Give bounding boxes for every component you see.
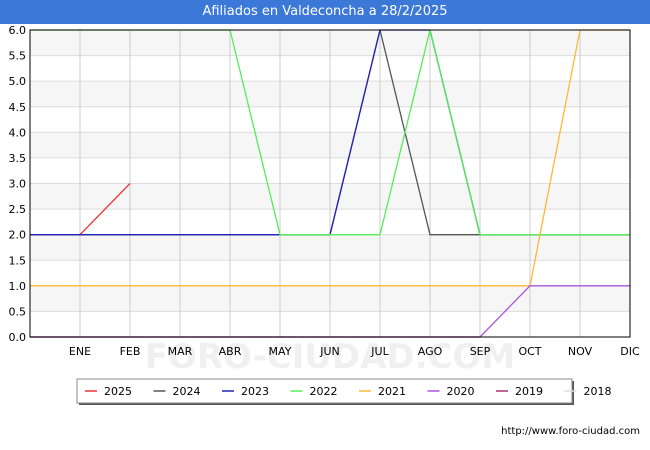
y-tick-label: 5.0 [9,75,27,88]
legend-label-2018: 2018 [584,385,612,398]
x-tick-label: OCT [518,345,541,358]
legend-label-2025: 2025 [104,385,132,398]
legend-label-2022: 2022 [310,385,338,398]
x-tick-label: SEP [470,345,491,358]
x-tick-label: DIC [620,345,640,358]
legend-label-2020: 2020 [447,385,475,398]
y-tick-label: 1.0 [9,280,27,293]
x-tick-label: JUN [319,345,340,358]
legend: 2025 2024 2023 2022 2021 2020 2019 2018 [76,378,612,405]
y-tick-label: 1.5 [9,254,27,267]
x-tick-label: ENE [69,345,91,358]
line-chart: FORO-CIUDAD.COM 0.00.51.01.52.02.53.03.5… [9,24,640,405]
legend-label-2019: 2019 [515,385,543,398]
footer-url[interactable]: http://www.foro-ciudad.com [501,426,640,437]
x-tick-label: AGO [418,345,443,358]
x-tick-label: MAR [168,345,193,358]
x-tick-label: ABR [219,345,242,358]
y-tick-label: 3.5 [9,152,27,165]
legend-label-2024: 2024 [173,385,201,398]
x-tick-label: MAY [269,345,292,358]
y-tick-label: 0.0 [9,331,27,344]
y-tick-label: 2.0 [9,229,27,242]
y-tick-label: 2.5 [9,203,27,216]
y-tick-label: 4.5 [9,101,27,114]
y-tick-label: 4.0 [9,126,27,139]
y-tick-label: 3.0 [9,178,27,191]
y-tick-label: 0.5 [9,305,27,318]
x-tick-label: JUL [370,345,389,358]
legend-label-2021: 2021 [378,385,406,398]
y-tick-label: 6.0 [9,24,27,37]
y-tick-label: 5.5 [9,50,27,63]
legend-label-2023: 2023 [241,385,269,398]
x-tick-label: FEB [120,345,141,358]
x-tick-label: NOV [568,345,593,358]
